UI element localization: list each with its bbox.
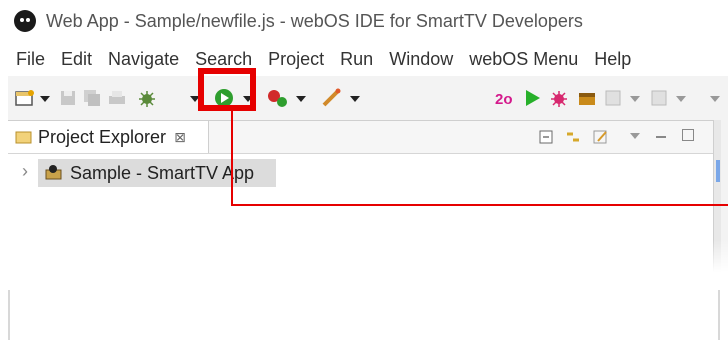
menu-edit[interactable]: Edit xyxy=(53,49,100,70)
tab-project-explorer[interactable]: Project Explorer ⊠ xyxy=(8,121,209,153)
collapse-all-icon[interactable] xyxy=(538,129,554,145)
link-editor-icon[interactable] xyxy=(564,129,582,145)
menu-navigate[interactable]: Navigate xyxy=(100,49,187,70)
debug-icon[interactable] xyxy=(136,88,158,108)
reflection-edge-left xyxy=(8,290,10,340)
menu-bar: File Edit Navigate Search Project Run Wi… xyxy=(8,42,728,76)
more-dropdown-icon[interactable] xyxy=(710,96,720,102)
ide-window: Web App - Sample/newfile.js - webOS IDE … xyxy=(8,0,728,272)
main-toolbar: 2o xyxy=(8,78,728,120)
run-highlight-box xyxy=(198,68,256,111)
nav-dropdown-icon[interactable] xyxy=(676,96,686,102)
project-icon xyxy=(45,165,62,180)
menu-help[interactable]: Help xyxy=(586,49,639,70)
menu-file[interactable]: File xyxy=(8,49,53,70)
window-title: Web App - Sample/newfile.js - webOS IDE … xyxy=(46,11,583,31)
save-icon[interactable] xyxy=(58,88,78,108)
callout-line-horizontal xyxy=(231,204,728,206)
maximize-icon[interactable] xyxy=(682,129,694,141)
title-bar: Web App - Sample/newfile.js - webOS IDE … xyxy=(8,0,728,42)
launch-dropdown-icon[interactable] xyxy=(350,96,360,102)
new-dropdown-icon[interactable] xyxy=(40,96,50,102)
run-green-icon[interactable] xyxy=(522,88,542,108)
view-menu-icon[interactable] xyxy=(630,133,640,139)
history-icon[interactable] xyxy=(602,88,624,108)
callout-line-vertical xyxy=(231,111,233,206)
new-wizard-icon[interactable] xyxy=(14,88,36,108)
save-all-icon[interactable] xyxy=(82,88,102,108)
menu-search[interactable]: Search xyxy=(187,49,260,70)
bottom-fade xyxy=(0,240,728,347)
menu-webos[interactable]: webOS Menu xyxy=(461,49,586,70)
panel-tab-bar: Project Explorer ⊠ xyxy=(8,121,721,154)
close-icon[interactable]: ⊠ xyxy=(174,129,186,146)
tab-label: Project Explorer xyxy=(38,126,167,147)
external-tools-icon[interactable] xyxy=(266,88,290,108)
tree-item-sample[interactable]: Sample - SmartTV App xyxy=(38,159,276,187)
menu-window[interactable]: Window xyxy=(381,49,461,70)
reflection-edge-right xyxy=(718,290,720,340)
expand-chevron-icon[interactable]: › xyxy=(22,161,28,182)
minimize-icon[interactable] xyxy=(656,136,666,138)
package-icon[interactable] xyxy=(576,88,598,108)
webos-app-icon xyxy=(14,10,36,32)
webos-project-icon[interactable]: 2o xyxy=(494,88,516,108)
launch-icon[interactable] xyxy=(320,88,344,108)
folder-tree-icon xyxy=(15,131,32,144)
nav-icon[interactable] xyxy=(648,88,670,108)
svg-text:2o: 2o xyxy=(495,91,513,108)
filter-icon[interactable] xyxy=(592,129,610,145)
tree-item-label: Sample - SmartTV App xyxy=(70,162,255,183)
external-dropdown-icon[interactable] xyxy=(296,96,306,102)
menu-run[interactable]: Run xyxy=(332,49,381,70)
menu-project[interactable]: Project xyxy=(260,49,332,70)
debug-bug-icon[interactable] xyxy=(548,88,570,108)
history-dropdown-icon[interactable] xyxy=(630,96,640,102)
print-icon[interactable] xyxy=(106,88,128,108)
editor-edge-marker xyxy=(716,160,720,182)
